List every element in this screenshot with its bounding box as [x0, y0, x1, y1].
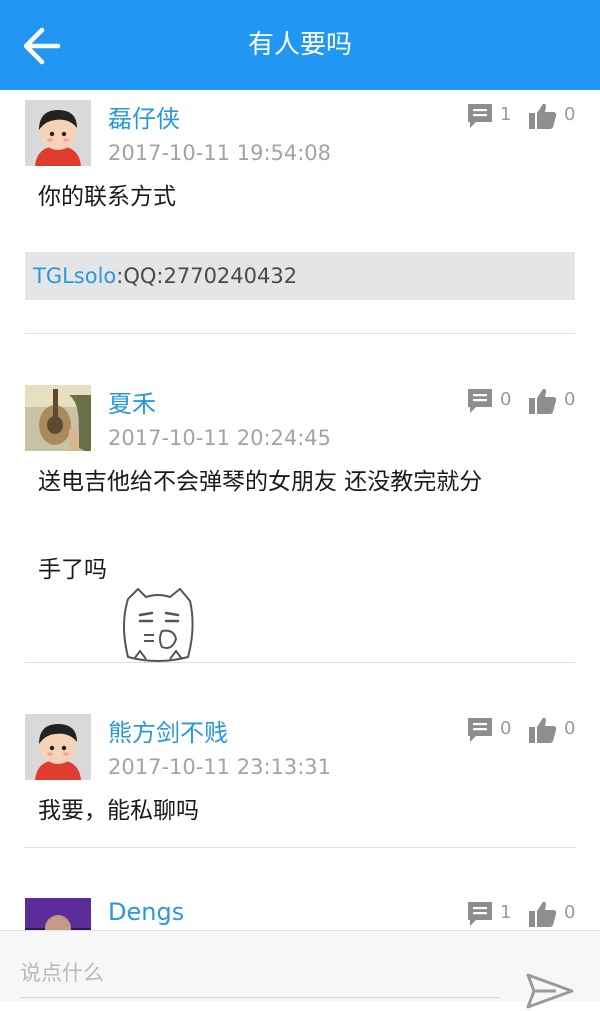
comment-item: 磊仔侠 2017-10-11 19:54:08 1 0 你的联系方式 TGLso… — [0, 90, 600, 335]
comment-list[interactable]: 磊仔侠 2017-10-11 19:54:08 1 0 你的联系方式 TGLso… — [0, 90, 600, 930]
timestamp: 2017-10-11 20:24:45 — [108, 426, 332, 450]
comment-count: 1 — [500, 902, 512, 923]
reply-username[interactable]: TGLsolo — [25, 264, 116, 288]
like-count: 0 — [564, 104, 576, 125]
comment-bubble-icon — [468, 389, 492, 413]
comment-item: Dengs 1 0 — [0, 890, 600, 930]
comment-count: 0 — [500, 389, 512, 410]
username[interactable]: 夏禾 — [108, 387, 156, 421]
divider — [25, 847, 575, 848]
comment-bubble-icon — [468, 718, 492, 742]
comment-text: 你的联系方式 — [38, 184, 176, 210]
like-count: 0 — [564, 718, 576, 739]
comment-bubble-icon — [468, 104, 492, 128]
thumbs-up-icon — [529, 901, 557, 927]
thinking-cat-face-sticker — [123, 587, 194, 662]
comment-input[interactable]: 说点什么 — [20, 945, 500, 1001]
comment-count: 0 — [500, 718, 512, 739]
comment-item: 熊方剑不贱 2017-10-11 23:13:31 0 0 我要，能私聊吗 — [0, 704, 600, 849]
thumbs-up-icon — [529, 103, 557, 129]
comment-text-line: 送电吉他给不会弹琴的女朋友 还没教完就分 — [38, 469, 483, 495]
comment-count: 1 — [500, 104, 512, 125]
comment-item: 夏禾 2017-10-11 20:24:45 0 0 送电吉他给不会弹琴的女朋友… — [0, 375, 600, 665]
avatar[interactable] — [25, 385, 91, 451]
avatar[interactable] — [25, 714, 91, 780]
reply-text: :QQ:2770240432 — [116, 264, 298, 288]
page-title: 有人要吗 — [247, 30, 352, 60]
timestamp: 2017-10-11 19:54:08 — [108, 141, 332, 165]
like-count: 0 — [564, 902, 576, 923]
avatar[interactable] — [25, 898, 91, 930]
divider — [25, 333, 575, 334]
like-count: 0 — [564, 389, 576, 410]
thumbs-up-icon — [529, 388, 557, 414]
timestamp: 2017-10-11 23:13:31 — [108, 755, 332, 779]
avatar[interactable] — [25, 100, 91, 166]
input-underline — [20, 997, 500, 998]
thumbs-up-icon — [529, 717, 557, 743]
username[interactable]: 磊仔侠 — [108, 102, 180, 136]
comment-bubble-icon — [468, 902, 492, 926]
divider — [25, 662, 575, 663]
reply-box[interactable]: TGLsolo:QQ:2770240432 — [25, 252, 575, 300]
username[interactable]: 熊方剑不贱 — [108, 716, 228, 750]
comment-input-bar: 说点什么 — [0, 930, 600, 1009]
comment-text-line: 手了吗 — [38, 557, 107, 583]
comment-text: 我要，能私聊吗 — [38, 798, 199, 824]
username[interactable]: Dengs — [108, 895, 184, 929]
send-icon[interactable] — [526, 971, 574, 1011]
app-header: 有人要吗 — [0, 0, 600, 90]
